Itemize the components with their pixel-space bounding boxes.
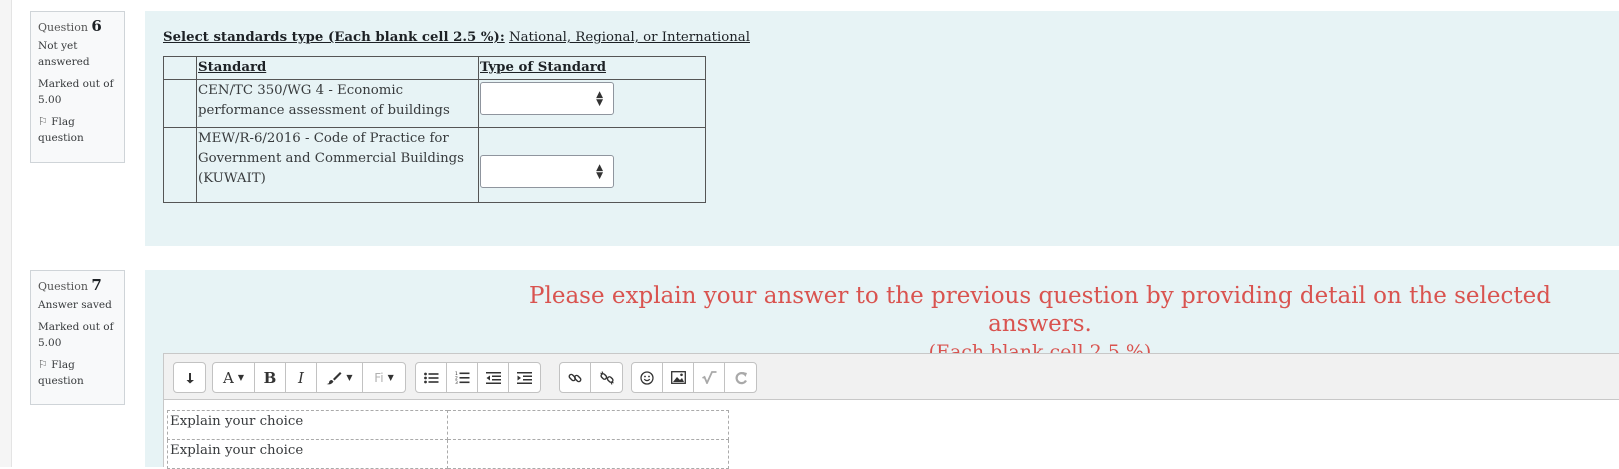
numbered-list-icon: 123 (455, 371, 470, 384)
font-family-icon: Fi (374, 370, 384, 385)
text-color-button[interactable]: ▼ (317, 363, 363, 392)
table-header-row: Standard Type of Standard (163, 56, 706, 80)
unlink-button[interactable] (591, 363, 622, 392)
table-header-standard: Standard (196, 56, 479, 80)
italic-icon: I (298, 368, 304, 387)
table-cell-blank (163, 79, 197, 128)
image-button[interactable] (663, 363, 694, 392)
link-button[interactable] (560, 363, 591, 392)
explain-table: Explain your choice Explain your choice (167, 410, 729, 469)
outdent-button[interactable] (478, 363, 509, 392)
collapse-button[interactable] (174, 363, 205, 392)
editor-toolbar: A ▼ B I ▼ Fi ▼ 123 (163, 353, 1619, 400)
question-label: Question (38, 280, 88, 293)
table-row: MEW/R-6/2016 - Code of Practice for Gove… (163, 127, 706, 203)
explain-cell[interactable]: Explain your choice (167, 439, 448, 469)
numbered-list-button[interactable]: 123 (447, 363, 478, 392)
standard-name: CEN/TC 350/WG 4 - Economic performance a… (196, 79, 479, 128)
question-6-content: Select standards type (Each blank cell 2… (145, 11, 1619, 246)
question-6-heading: Select standards type (Each blank cell 2… (163, 30, 750, 45)
question-number-value: 7 (91, 276, 102, 294)
image-icon (670, 371, 686, 384)
chevron-down-icon: ▼ (346, 373, 353, 382)
italic-button[interactable]: I (286, 363, 317, 392)
editor-content-area[interactable]: Explain your choice Explain your choice (163, 400, 1619, 469)
explain-answer-cell[interactable] (447, 410, 729, 440)
standards-table: Standard Type of Standard CEN/TC 350/WG … (163, 56, 706, 203)
table-header-blank (163, 56, 197, 80)
flag-icon: ⚐ (38, 358, 48, 371)
indent-icon (517, 371, 532, 384)
toolbar-group-lists: 123 (415, 362, 541, 393)
font-size-icon: A (223, 368, 234, 387)
select-arrows-icon: ▲ ▼ (596, 90, 603, 108)
question-number: Question 6 (38, 18, 117, 36)
left-rail (0, 0, 12, 467)
table-cell-blank (163, 127, 197, 203)
toolbar-group-style: A ▼ B I ▼ Fi ▼ (212, 362, 406, 393)
redo-button[interactable] (725, 363, 756, 392)
explain-answer-cell[interactable] (447, 439, 729, 469)
table-row: Explain your choice (167, 439, 729, 469)
heading-instruction: Select standards type (Each blank cell 2… (163, 30, 505, 45)
question-number-value: 6 (91, 17, 102, 35)
type-cell: ▲ ▼ (478, 79, 706, 128)
type-cell: ▲ ▼ (478, 127, 706, 203)
collapse-icon (184, 372, 196, 384)
toolbar-group-insert (631, 362, 757, 393)
question-6-info: Question 6 Not yet answered Marked out o… (30, 11, 125, 163)
bold-button[interactable]: B (255, 363, 286, 392)
chevron-down-icon: ▼ (387, 373, 394, 382)
svg-text:3: 3 (455, 380, 458, 384)
select-arrows-icon: ▲ ▼ (596, 163, 603, 181)
question-7-content: Please explain your answer to the previo… (145, 270, 1619, 469)
question-state: Not yet answered (38, 40, 90, 68)
question-label: Question (38, 21, 88, 34)
emoticon-button[interactable] (632, 363, 663, 392)
prompt-text: Please explain your answer to the previo… (529, 283, 1551, 337)
toolbar-group-collapse (173, 362, 206, 393)
question-state: Answer saved (38, 299, 112, 311)
equation-icon (701, 371, 717, 384)
bullet-list-icon (423, 372, 439, 384)
table-row: CEN/TC 350/WG 4 - Economic performance a… (163, 79, 706, 128)
bold-icon: B (263, 368, 277, 387)
question-number: Question 7 (38, 277, 117, 295)
emoticon-icon (640, 370, 654, 385)
flag-question-link[interactable]: ⚐ Flag question (38, 114, 117, 146)
heading-options: National, Regional, or International (508, 30, 750, 45)
standard-type-select[interactable]: ▲ ▼ (480, 155, 614, 188)
bullet-list-button[interactable] (416, 363, 447, 392)
text-color-icon (326, 371, 342, 385)
standard-name: MEW/R-6/2016 - Code of Practice for Gove… (196, 127, 479, 203)
table-row: Explain your choice (167, 410, 729, 440)
font-size-button[interactable]: A ▼ (213, 363, 255, 392)
indent-button[interactable] (509, 363, 540, 392)
chevron-down-icon: ▼ (237, 373, 244, 382)
link-icon (568, 371, 582, 385)
question-7-info: Question 7 Answer saved Marked out of 5.… (30, 270, 125, 405)
question-marks: Marked out of 5.00 (38, 78, 114, 106)
toolbar-group-links (559, 362, 623, 393)
question-marks: Marked out of 5.00 (38, 321, 114, 349)
equation-button[interactable] (694, 363, 725, 392)
flag-question-link[interactable]: ⚐ Flag question (38, 357, 117, 389)
explain-cell[interactable]: Explain your choice (167, 410, 448, 440)
redo-icon (734, 371, 748, 385)
table-header-type: Type of Standard (478, 56, 706, 80)
unlink-icon (599, 370, 614, 385)
flag-icon: ⚐ (38, 115, 48, 128)
outdent-icon (485, 371, 501, 384)
font-family-button[interactable]: Fi ▼ (363, 363, 405, 392)
standard-type-select[interactable]: ▲ ▼ (480, 82, 614, 115)
